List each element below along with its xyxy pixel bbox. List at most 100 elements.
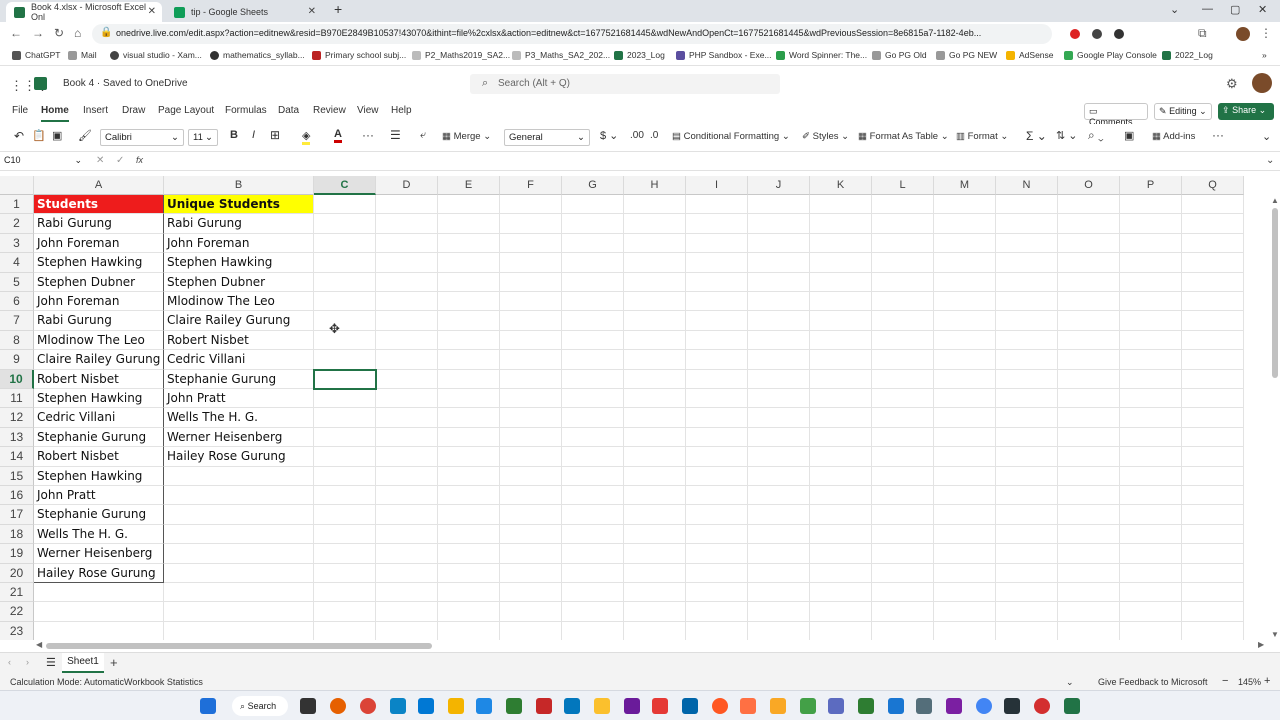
- cell-p2[interactable]: [1120, 214, 1182, 234]
- row-header-8[interactable]: 8: [0, 330, 34, 351]
- row-header-21[interactable]: 21: [0, 583, 34, 603]
- cell-q23[interactable]: [1182, 621, 1244, 640]
- cell-g5[interactable]: [562, 272, 624, 292]
- cell-p12[interactable]: [1120, 408, 1182, 428]
- cell-e4[interactable]: [438, 253, 500, 273]
- windows-start-icon[interactable]: [200, 698, 216, 714]
- column-header-c[interactable]: C: [314, 176, 376, 195]
- row-header-7[interactable]: 7: [0, 311, 34, 331]
- cell-f19[interactable]: [500, 544, 562, 564]
- cell-n4[interactable]: [996, 253, 1058, 273]
- cell-o7[interactable]: [1058, 311, 1120, 331]
- cell-k13[interactable]: [810, 427, 872, 448]
- more-bookmarks-icon[interactable]: »: [1262, 50, 1267, 60]
- cell-k14[interactable]: [810, 447, 872, 467]
- cell-l12[interactable]: [872, 408, 934, 428]
- cell-g13[interactable]: [562, 427, 624, 448]
- chrome-icon[interactable]: [360, 698, 376, 714]
- cell-e1[interactable]: [438, 195, 500, 215]
- cell-c16[interactable]: [314, 486, 376, 506]
- cell-c18[interactable]: [314, 524, 376, 545]
- cell-b18[interactable]: [164, 524, 314, 545]
- cell-g9[interactable]: [562, 350, 624, 370]
- cell-a7[interactable]: Rabi Gurung: [34, 311, 164, 331]
- cell-a22[interactable]: [34, 602, 164, 622]
- column-header-k[interactable]: K: [810, 176, 872, 195]
- cell-c19[interactable]: [314, 544, 376, 564]
- cell-g22[interactable]: [562, 602, 624, 622]
- cell-n7[interactable]: [996, 311, 1058, 331]
- cell-a2[interactable]: Rabi Gurung: [34, 214, 164, 234]
- cell-c3[interactable]: [314, 233, 376, 254]
- cell-h9[interactable]: [624, 350, 686, 370]
- cell-b9[interactable]: Cedric Villani: [164, 350, 314, 370]
- reload-icon[interactable]: ↻: [54, 26, 64, 40]
- tab-google-sheets[interactable]: tip - Google Sheets ✕: [166, 2, 322, 22]
- format-as-table-button[interactable]: ▦ Format As Table ⌄: [858, 131, 949, 142]
- close-icon[interactable]: ✕: [308, 6, 316, 17]
- conditional-formatting-button[interactable]: ▤ Conditional Formatting ⌄: [672, 131, 790, 142]
- row-header-16[interactable]: 16: [0, 486, 34, 506]
- cell-m9[interactable]: [934, 350, 996, 370]
- cell-b2[interactable]: Rabi Gurung: [164, 214, 314, 234]
- youtube-icon[interactable]: [652, 698, 668, 714]
- cell-q1[interactable]: [1182, 195, 1244, 215]
- cell-e10[interactable]: [438, 369, 500, 389]
- column-header-p[interactable]: P: [1120, 176, 1182, 195]
- cell-j6[interactable]: [748, 292, 810, 312]
- currency-icon[interactable]: $ ⌄: [600, 129, 618, 142]
- app-icon[interactable]: [594, 698, 610, 714]
- url-bar[interactable]: 🔒 onedrive.live.com/edit.aspx?action=edi…: [92, 24, 1052, 44]
- app-icon[interactable]: [564, 698, 580, 714]
- cell-e21[interactable]: [438, 583, 500, 603]
- cell-p19[interactable]: [1120, 544, 1182, 564]
- cell-k10[interactable]: [810, 369, 872, 389]
- cell-d22[interactable]: [376, 602, 438, 622]
- feedback-link[interactable]: Give Feedback to Microsoft: [1098, 677, 1208, 687]
- cell-k1[interactable]: [810, 195, 872, 215]
- row-header-22[interactable]: 22: [0, 602, 34, 622]
- cell-q5[interactable]: [1182, 272, 1244, 292]
- chrome-icon[interactable]: [976, 698, 992, 714]
- cell-a23[interactable]: [34, 621, 164, 640]
- cell-a17[interactable]: Stephanie Gurung: [34, 505, 164, 525]
- cell-j19[interactable]: [748, 544, 810, 564]
- cell-a20[interactable]: Hailey Rose Gurung: [34, 563, 164, 583]
- bookmark-item[interactable]: Primary school subj...: [312, 50, 406, 60]
- cell-k19[interactable]: [810, 544, 872, 564]
- cell-f5[interactable]: [500, 272, 562, 292]
- row-header-18[interactable]: 18: [0, 524, 34, 545]
- cell-f8[interactable]: [500, 330, 562, 351]
- cell-p8[interactable]: [1120, 330, 1182, 351]
- wrap-text-icon[interactable]: ⤶: [420, 129, 426, 142]
- cell-k23[interactable]: [810, 621, 872, 640]
- column-header-o[interactable]: O: [1058, 176, 1120, 195]
- cell-c20[interactable]: [314, 563, 376, 583]
- puzzle-icon[interactable]: ⧉: [1198, 26, 1207, 41]
- cell-c7[interactable]: [314, 311, 376, 331]
- cell-n2[interactable]: [996, 214, 1058, 234]
- editing-mode-button[interactable]: ✎ Editing ⌄: [1154, 103, 1212, 120]
- cell-m23[interactable]: [934, 621, 996, 640]
- forward-icon[interactable]: →: [32, 26, 44, 40]
- cell-g10[interactable]: [562, 369, 624, 389]
- column-header-f[interactable]: F: [500, 176, 562, 195]
- column-header-q[interactable]: Q: [1182, 176, 1244, 195]
- cell-g3[interactable]: [562, 233, 624, 254]
- cell-a18[interactable]: Wells The H. G.: [34, 524, 164, 545]
- cell-c2[interactable]: [314, 214, 376, 234]
- cell-e16[interactable]: [438, 486, 500, 506]
- cell-i23[interactable]: [686, 621, 748, 640]
- cell-l17[interactable]: [872, 505, 934, 525]
- bookmark-item[interactable]: PHP Sandbox - Exe...: [676, 50, 772, 60]
- cell-a11[interactable]: Stephen Hawking: [34, 389, 164, 409]
- zoom-in-button[interactable]: +: [1264, 675, 1270, 687]
- cell-q20[interactable]: [1182, 563, 1244, 583]
- cell-m6[interactable]: [934, 292, 996, 312]
- cell-m18[interactable]: [934, 524, 996, 545]
- cell-i4[interactable]: [686, 253, 748, 273]
- cell-j4[interactable]: [748, 253, 810, 273]
- cell-a16[interactable]: John Pratt: [34, 486, 164, 506]
- cell-p11[interactable]: [1120, 389, 1182, 409]
- cell-b16[interactable]: [164, 486, 314, 506]
